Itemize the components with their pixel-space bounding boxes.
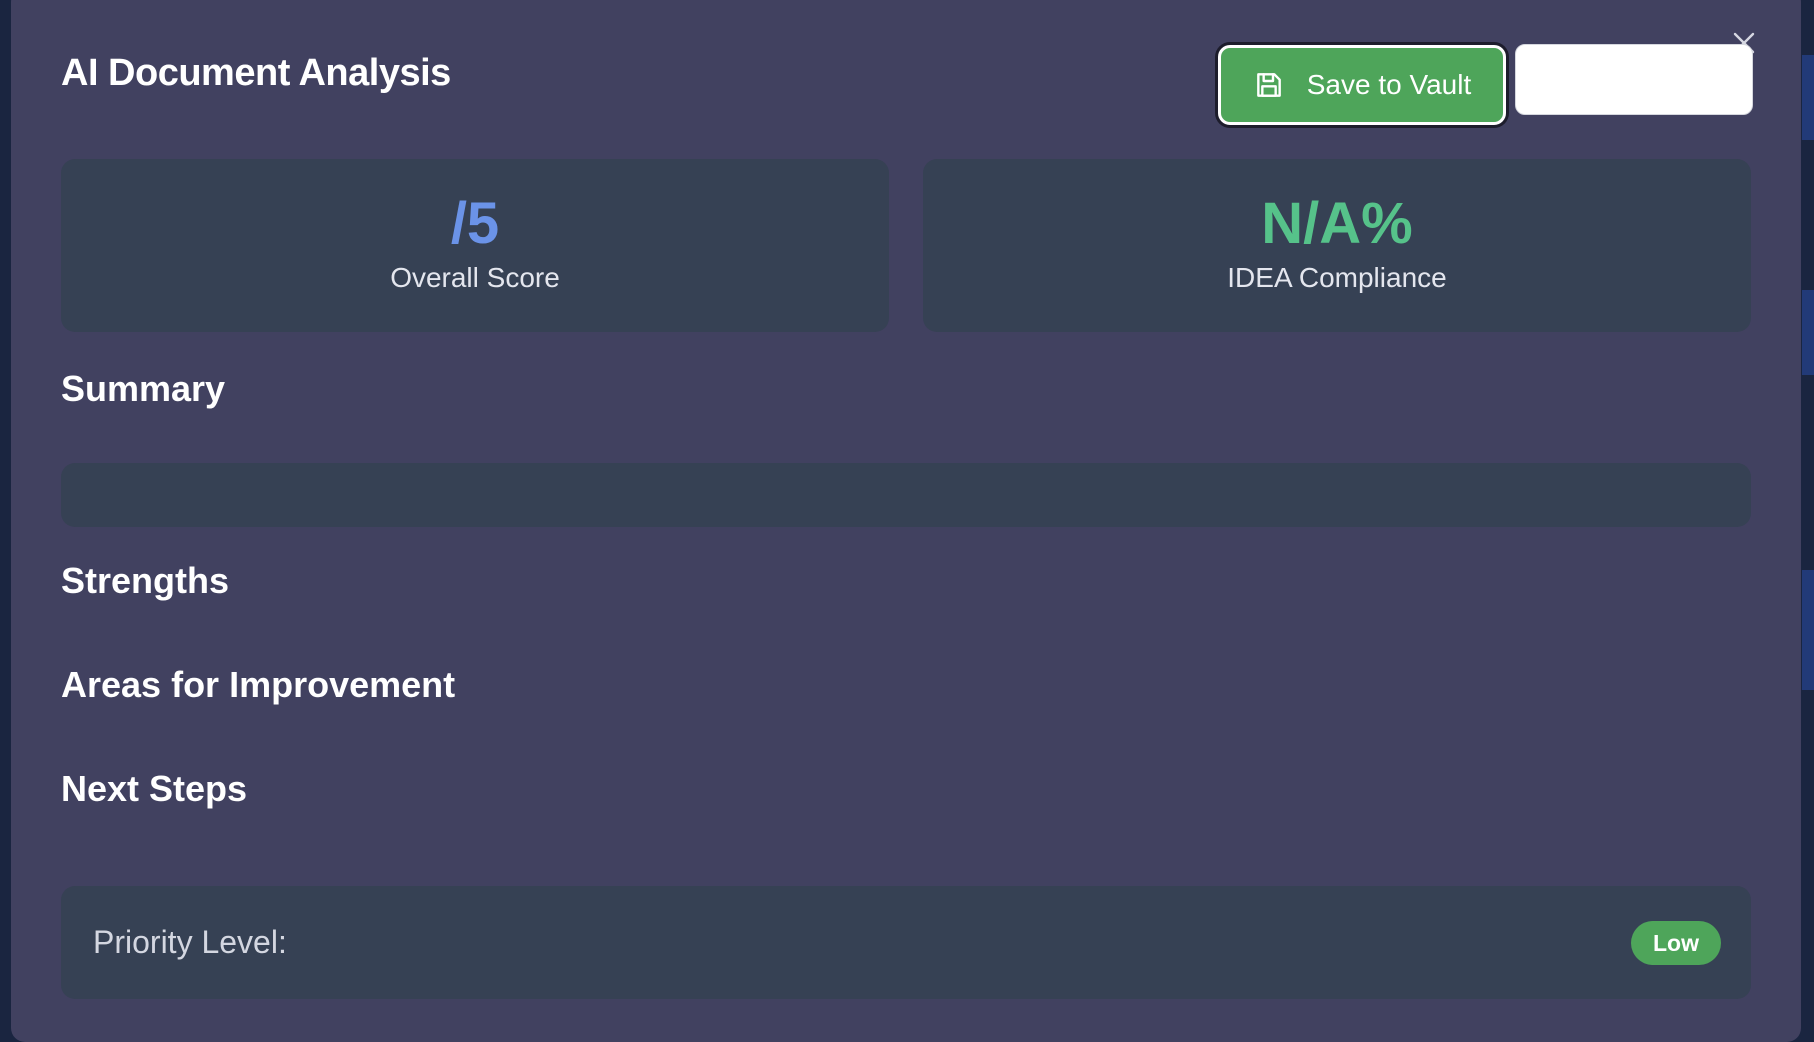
- improvement-heading: Areas for Improvement: [61, 664, 456, 705]
- background-panel: [1802, 55, 1814, 140]
- overall-score-label: Overall Score: [390, 262, 560, 293]
- background-panel: [1802, 570, 1814, 690]
- modal-title: AI Document Analysis: [61, 52, 451, 94]
- priority-level-row: Priority Level: Low: [61, 886, 1751, 999]
- idea-compliance-value: N/A%: [1261, 191, 1413, 256]
- overall-score-card: /5 Overall Score: [61, 159, 889, 332]
- idea-compliance-label: IDEA Compliance: [1227, 262, 1447, 293]
- priority-level-label: Priority Level:: [93, 924, 287, 960]
- strengths-heading: Strengths: [61, 560, 230, 601]
- priority-badge: Low: [1631, 920, 1721, 965]
- background-panel: [1802, 290, 1814, 375]
- secondary-button[interactable]: [1515, 44, 1753, 115]
- overall-score-value: /5: [450, 191, 500, 256]
- summary-box: [61, 463, 1751, 527]
- save-button-label: Save to Vault: [1306, 69, 1472, 100]
- summary-heading: Summary: [61, 368, 226, 409]
- save-to-vault-button[interactable]: Save to Vault: [1218, 45, 1506, 125]
- idea-compliance-card: N/A% IDEA Compliance: [923, 159, 1751, 332]
- save-icon: [1256, 73, 1281, 97]
- analysis-modal: AI Document Analysis Save to Vault /5 Ov…: [11, 0, 1801, 1042]
- next-steps-heading: Next Steps: [61, 768, 248, 809]
